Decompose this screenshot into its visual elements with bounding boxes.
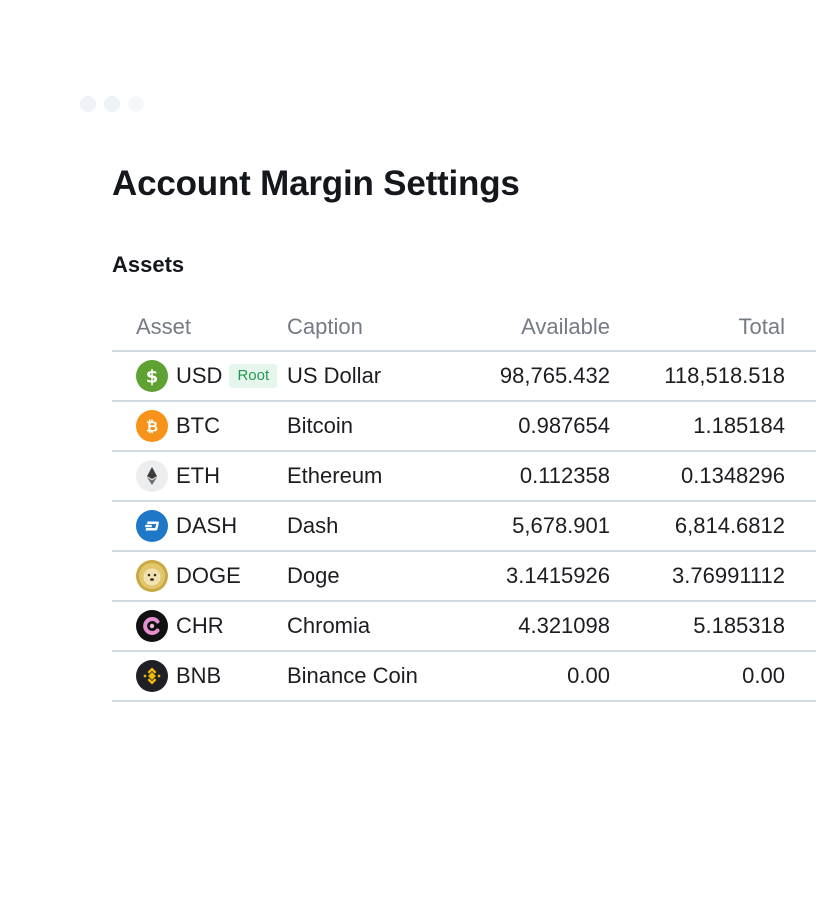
row-spacer — [785, 601, 816, 652]
available-cell: 0.00 — [457, 651, 610, 702]
column-header-asset[interactable]: Asset — [112, 303, 287, 352]
table-row[interactable]: ₿ BTC Bitcoin 0.987654 1.185184 — [112, 401, 816, 452]
chromia-icon — [136, 610, 168, 642]
total-cell: 118,518.518 — [610, 351, 785, 402]
asset-ticker: DASH — [176, 513, 238, 538]
section-title-assets: Assets — [112, 252, 185, 277]
total-cell: 0.00 — [610, 651, 785, 702]
caption-cell: Chromia — [287, 601, 457, 652]
asset-ticker: CHR — [176, 613, 224, 638]
caption-cell: Ethereum — [287, 451, 457, 502]
row-spacer — [785, 651, 816, 702]
asset-cell: DASH — [112, 501, 287, 552]
total-cell: 6,814.6812 — [610, 501, 785, 552]
total-cell: 3.76991112 — [610, 551, 785, 602]
asset-cell: BNB — [112, 651, 287, 702]
asset-ticker: DOGE — [176, 563, 241, 588]
svg-text:$: $ — [146, 367, 159, 388]
svg-text:₿: ₿ — [146, 418, 158, 436]
table-row[interactable]: CHR Chromia 4.321098 5.185318 — [112, 601, 816, 652]
caption-cell: Dash — [287, 501, 457, 552]
table-row[interactable]: DOGE Doge 3.1415926 3.76991112 — [112, 551, 816, 602]
row-spacer — [785, 351, 816, 402]
asset-cell: CHR — [112, 601, 287, 652]
dogecoin-icon — [136, 560, 168, 592]
asset-cell: DOGE — [112, 551, 287, 602]
window-dot[interactable] — [128, 96, 144, 112]
caption-cell: Bitcoin — [287, 401, 457, 452]
window-dot[interactable] — [80, 96, 96, 112]
total-cell: 5.185318 — [610, 601, 785, 652]
asset-ticker: BTC — [176, 413, 220, 438]
available-cell: 4.321098 — [457, 601, 610, 652]
bitcoin-icon: ₿ — [136, 410, 168, 442]
ethereum-icon — [136, 460, 168, 492]
row-spacer — [785, 551, 816, 602]
table-row[interactable]: ETH Ethereum 0.112358 0.1348296 — [112, 451, 816, 502]
asset-ticker: USD — [176, 363, 223, 388]
table-row[interactable]: $ USD Root US Dollar 98,765.432 118,518.… — [112, 351, 816, 402]
column-header-total[interactable]: Total — [610, 303, 785, 352]
dollar-coin-icon: $ — [136, 360, 168, 392]
window-dot[interactable] — [104, 96, 120, 112]
row-spacer — [785, 401, 816, 452]
total-cell: 1.185184 — [610, 401, 785, 452]
table-row[interactable]: BNB Binance Coin 0.00 0.00 — [112, 651, 816, 702]
table-row[interactable]: DASH Dash 5,678.901 6,814.6812 — [112, 501, 816, 552]
window-controls — [80, 96, 144, 112]
asset-cell: ETH — [112, 451, 287, 502]
table-header-row: Asset Caption Available Total — [112, 303, 816, 352]
asset-cell: $ USD Root — [112, 351, 287, 402]
row-spacer — [785, 501, 816, 552]
column-header-spacer — [785, 303, 816, 352]
row-spacer — [785, 451, 816, 502]
available-cell: 3.1415926 — [457, 551, 610, 602]
total-cell: 0.1348296 — [610, 451, 785, 502]
available-cell: 5,678.901 — [457, 501, 610, 552]
caption-cell: US Dollar — [287, 351, 457, 402]
caption-cell: Doge — [287, 551, 457, 602]
asset-ticker: ETH — [176, 463, 220, 488]
root-badge: Root — [229, 364, 278, 388]
page-title: Account Margin Settings — [112, 164, 520, 203]
binance-coin-icon — [136, 660, 168, 692]
assets-table: Asset Caption Available Total $ USD Root… — [112, 303, 816, 702]
dash-icon — [136, 510, 168, 542]
available-cell: 0.112358 — [457, 451, 610, 502]
column-header-caption[interactable]: Caption — [287, 303, 457, 352]
asset-cell: ₿ BTC — [112, 401, 287, 452]
column-header-available[interactable]: Available — [457, 303, 610, 352]
available-cell: 98,765.432 — [457, 351, 610, 402]
available-cell: 0.987654 — [457, 401, 610, 452]
caption-cell: Binance Coin — [287, 651, 457, 702]
asset-ticker: BNB — [176, 663, 222, 688]
